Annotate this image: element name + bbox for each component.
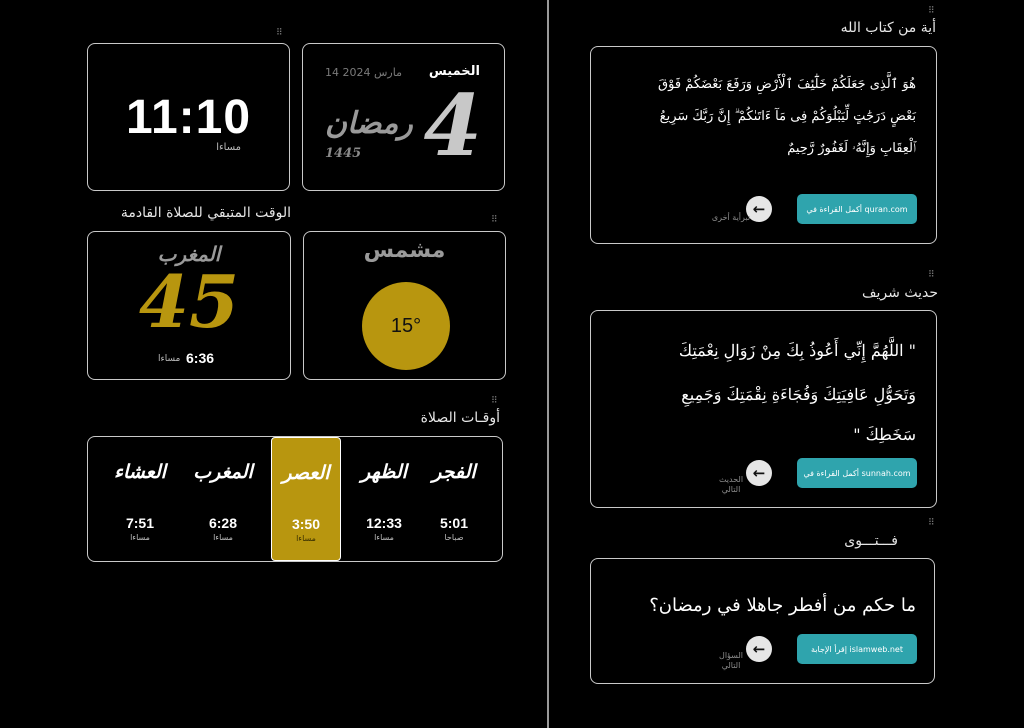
verse-section-title: أية من كتاب الله bbox=[840, 20, 936, 36]
temperature: 15° bbox=[390, 314, 422, 337]
prayer-period: مساءا bbox=[374, 533, 394, 542]
read-more-quran-button[interactable]: أكمل القراءة في quran.com bbox=[797, 194, 917, 224]
next-hadith-label[interactable]: الحديث التالي bbox=[711, 475, 751, 495]
verse-line: بَعْضٍ دَرَجَٰتٍ لِّيَبْلُوَكُمْ فِى مَآ… bbox=[659, 109, 916, 124]
hadith-line: وَتَحَوُّلِ عَافِيَتِكَ وَفُجَاءَةِ نِقْ… bbox=[681, 385, 916, 404]
hijri-year: 1445 bbox=[325, 146, 362, 161]
hadith-card: " اللَّهُمَّ إِنِّي أَعُوذُ بِكَ مِنْ زَ… bbox=[590, 310, 937, 508]
drag-handle-icon[interactable]: ⠿ bbox=[276, 29, 283, 38]
fatwa-card: ما حكم من أفطر جاهلا في رمضان؟ إقرأ الإج… bbox=[590, 558, 935, 684]
prayer-time: 12:33 bbox=[366, 515, 402, 531]
sun-icon: 15° bbox=[362, 282, 450, 370]
clock-period: مساءا bbox=[216, 142, 241, 153]
drag-handle-icon[interactable]: ⠿ bbox=[491, 397, 498, 406]
prayer-name: الظهر bbox=[361, 461, 407, 483]
clock-time: 11:10 bbox=[125, 91, 252, 144]
hijri-month: رمضان bbox=[325, 106, 413, 141]
prayer-times-widget: العشاء 7:51 مساءا المغرب 6:28 مساءا العص… bbox=[87, 436, 503, 562]
next-question-label[interactable]: السؤال التالي bbox=[711, 651, 751, 671]
prayer-column-dhuhr: الظهر 12:33 مساءا bbox=[349, 437, 419, 561]
prayer-time: 5:01 bbox=[439, 515, 469, 531]
next-prayer-period: مساءا bbox=[158, 354, 181, 364]
drag-handle-icon[interactable]: ⠿ bbox=[928, 7, 935, 16]
prayer-name: العصر bbox=[282, 462, 330, 484]
prayer-period: مساءا bbox=[296, 534, 316, 543]
prayer-times-title: أوقـات الصلاة bbox=[420, 410, 500, 426]
verse-line: ٱلْعِقَابِ وَإِنَّهُۥ لَغَفُورٌ رَّحِيمٌ bbox=[787, 141, 916, 156]
prayer-time: 3:50 bbox=[291, 516, 321, 532]
prayer-column-maghrib: المغرب 6:28 مساءا bbox=[188, 437, 258, 561]
prayer-column-isha: العشاء 7:51 مساءا bbox=[105, 437, 175, 561]
hadith-line: سَخَطِكَ " bbox=[853, 425, 916, 444]
drag-handle-icon[interactable]: ⠿ bbox=[928, 519, 935, 528]
prayer-name: الفجر bbox=[432, 461, 476, 483]
next-prayer-widget: المغرب 45 مساءا 6:36 bbox=[87, 231, 291, 380]
prayer-time: 6:28 bbox=[208, 515, 238, 531]
prayer-period: صباحا bbox=[444, 533, 464, 542]
prayer-name: المغرب bbox=[193, 461, 253, 483]
drag-handle-icon[interactable]: ⠿ bbox=[491, 216, 498, 225]
gregorian-date: 14 مارس 2024 bbox=[325, 66, 402, 79]
read-answer-button[interactable]: إقرأ الإجابة islamweb.net bbox=[797, 634, 917, 664]
prayer-period: مساءا bbox=[213, 533, 233, 542]
prayer-time: 7:51 bbox=[125, 515, 155, 531]
next-prayer-time: 6:36 bbox=[186, 350, 215, 366]
minutes-remaining: 45 bbox=[138, 259, 240, 344]
verse-card: هُوَ ٱلَّذِى جَعَلَكُمْ خَلَٰٓئِفَ ٱلْأَ… bbox=[590, 46, 937, 244]
next-verse-label[interactable]: تبرأية أخرى bbox=[711, 213, 751, 223]
prayer-period: مساءا bbox=[130, 533, 150, 542]
fatwa-question: ما حكم من أفطر جاهلا في رمضان؟ bbox=[649, 595, 916, 616]
weather-condition: مشمس bbox=[363, 238, 446, 263]
prayer-column-fajr: الفجر 5:01 صباحا bbox=[419, 437, 489, 561]
hadith-line: " اللَّهُمَّ إِنِّي أَعُوذُ بِكَ مِنْ زَ… bbox=[678, 341, 916, 360]
read-more-sunnah-button[interactable]: أكمل القراءة في sunnah.com bbox=[797, 458, 917, 488]
hadith-section-title: حديث شريف bbox=[862, 285, 938, 301]
clock-widget: 11:10 مساءا bbox=[87, 43, 290, 191]
prayer-name: العشاء bbox=[114, 461, 166, 483]
next-prayer-title: الوقت المتبقي للصلاة القادمة bbox=[120, 205, 291, 221]
panel-divider bbox=[547, 0, 549, 728]
hijri-day: 4 bbox=[423, 76, 482, 175]
prayer-column-asr: العصر 3:50 مساءا bbox=[271, 437, 341, 561]
date-widget: الخميس 14 مارس 2024 4 رمضان 1445 bbox=[302, 43, 505, 191]
fatwa-section-title: فـــتـــوى bbox=[844, 533, 898, 549]
drag-handle-icon[interactable]: ⠿ bbox=[928, 271, 935, 280]
verse-line: هُوَ ٱلَّذِى جَعَلَكُمْ خَلَٰٓئِفَ ٱلْأَ… bbox=[658, 77, 916, 92]
weather-widget: مشمس 15° bbox=[303, 231, 506, 380]
